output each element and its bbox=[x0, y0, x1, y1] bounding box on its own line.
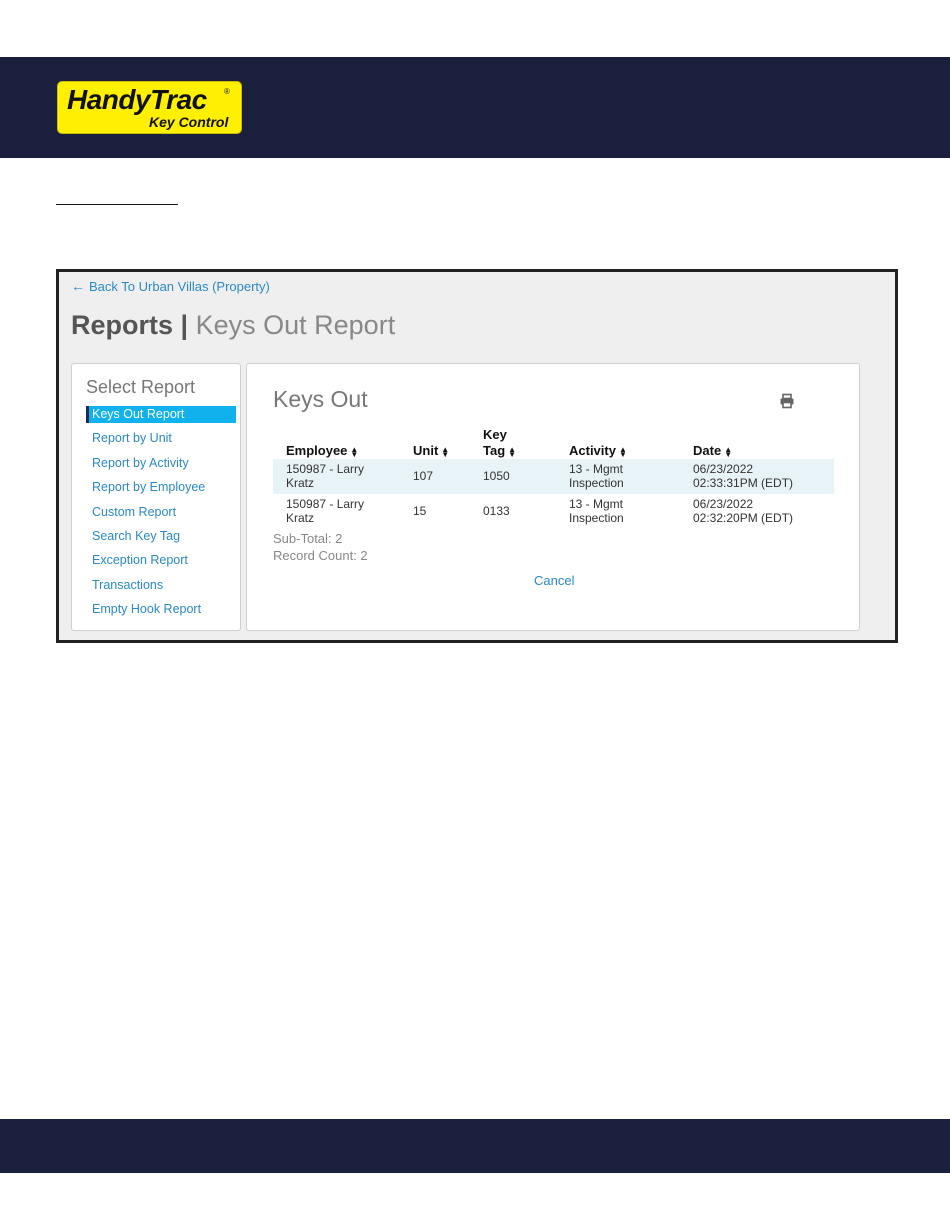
sidebar-item-keys-out-report[interactable]: Keys Out Report bbox=[86, 406, 236, 423]
report-menu: Keys Out Report Report by Unit Report by… bbox=[86, 406, 236, 626]
col-header-unit[interactable]: Unit ▲ ▼ bbox=[413, 443, 449, 459]
cell-activity: 13 - Mgmt Inspection bbox=[569, 462, 624, 490]
back-link[interactable]: ← Back To Urban Villas (Property) bbox=[71, 278, 270, 294]
col-header-activity-label: Activity bbox=[569, 443, 616, 458]
sort-icon: ▲ ▼ bbox=[618, 444, 627, 459]
page-title-main: Reports bbox=[71, 310, 174, 340]
report-panel: Keys Out Employee ▲ ▼ Unit ▲ ▼ Key Tag ▲ ▼ Act… bbox=[246, 363, 860, 631]
sort-icon: ▲ ▼ bbox=[508, 444, 517, 459]
col-header-date[interactable]: Date ▲ ▼ bbox=[693, 443, 732, 459]
cancel-link[interactable]: Cancel bbox=[534, 573, 574, 588]
subtotal-text: Sub-Total: 2 bbox=[273, 531, 343, 546]
cell-employee: 150987 - Larry Kratz bbox=[286, 497, 365, 525]
page-title-separator: | bbox=[180, 310, 189, 340]
col-header-activity[interactable]: Activity ▲ ▼ bbox=[569, 443, 627, 459]
sort-icon: ▲ ▼ bbox=[441, 444, 450, 459]
print-icon[interactable] bbox=[779, 393, 795, 409]
cell-key-tag: 0133 bbox=[483, 504, 510, 518]
footer-band bbox=[0, 1119, 950, 1173]
sidebar-item-transactions[interactable]: Transactions bbox=[86, 577, 236, 601]
cell-key-tag: 1050 bbox=[483, 469, 510, 483]
select-report-panel: Select Report Keys Out Report Report by … bbox=[71, 363, 241, 631]
logo-sub-text: Key Control bbox=[149, 114, 229, 130]
col-header-date-label: Date bbox=[693, 443, 722, 458]
handytrac-logo: HandyTrac ® Key Control bbox=[58, 82, 241, 133]
section-underline bbox=[56, 204, 178, 205]
report-screenshot: ← Back To Urban Villas (Property) Report… bbox=[56, 269, 898, 643]
cell-date: 06/23/2022 02:33:31PM (EDT) bbox=[693, 462, 794, 490]
sidebar-item-exception-report[interactable]: Exception Report bbox=[86, 552, 236, 576]
sidebar-item-report-by-employee[interactable]: Report by Employee bbox=[86, 479, 236, 503]
col-header-key-tag-label: Key Tag bbox=[483, 427, 507, 458]
col-header-key-tag[interactable]: Key Tag ▲ ▼ bbox=[483, 427, 527, 459]
col-header-employee[interactable]: Employee ▲ ▼ bbox=[286, 443, 358, 459]
report-summary: Sub-Total: 2 Record Count: 2 bbox=[273, 530, 368, 564]
sidebar-item-custom-report[interactable]: Custom Report bbox=[86, 504, 236, 528]
cell-date: 06/23/2022 02:32:20PM (EDT) bbox=[693, 497, 794, 525]
table-row: 150987 - Larry Kratz 107 1050 13 - Mgmt In… bbox=[273, 459, 834, 494]
table-header: Employee ▲ ▼ Unit ▲ ▼ Key Tag ▲ ▼ Activity ▲ ▼ D… bbox=[273, 422, 834, 459]
sort-icon: ▲ ▼ bbox=[724, 444, 733, 459]
sidebar-item-search-key-tag[interactable]: Search Key Tag bbox=[86, 528, 236, 552]
cell-employee: 150987 - Larry Kratz bbox=[286, 462, 365, 490]
logo-registered-mark: ® bbox=[224, 87, 230, 96]
col-header-employee-label: Employee bbox=[286, 443, 348, 458]
logo-main-text: HandyTrac bbox=[67, 84, 207, 115]
select-report-heading: Select Report bbox=[86, 377, 196, 397]
cell-unit: 15 bbox=[413, 504, 427, 518]
arrow-left-icon: ← bbox=[71, 278, 85, 294]
record-count-text: Record Count: 2 bbox=[273, 548, 368, 563]
page-title-sub: Keys Out Report bbox=[195, 310, 396, 340]
cell-activity: 13 - Mgmt Inspection bbox=[569, 497, 624, 525]
back-link-label: Back To Urban Villas (Property) bbox=[89, 278, 270, 294]
sort-icon: ▲ ▼ bbox=[350, 444, 359, 459]
sidebar-item-empty-hook-report[interactable]: Empty Hook Report bbox=[86, 601, 236, 625]
sidebar-item-report-by-activity[interactable]: Report by Activity bbox=[86, 455, 236, 479]
cell-unit: 107 bbox=[413, 469, 434, 483]
keys-out-table: Employee ▲ ▼ Unit ▲ ▼ Key Tag ▲ ▼ Activity ▲ ▼ D… bbox=[273, 422, 834, 529]
col-header-unit-label: Unit bbox=[413, 443, 439, 458]
report-heading: Keys Out bbox=[273, 386, 368, 412]
page-title: Reports | Keys Out Report bbox=[71, 310, 395, 341]
sidebar-item-report-by-unit[interactable]: Report by Unit bbox=[86, 430, 236, 454]
table-row: 150987 - Larry Kratz 15 0133 13 - Mgmt Ins… bbox=[273, 494, 834, 529]
